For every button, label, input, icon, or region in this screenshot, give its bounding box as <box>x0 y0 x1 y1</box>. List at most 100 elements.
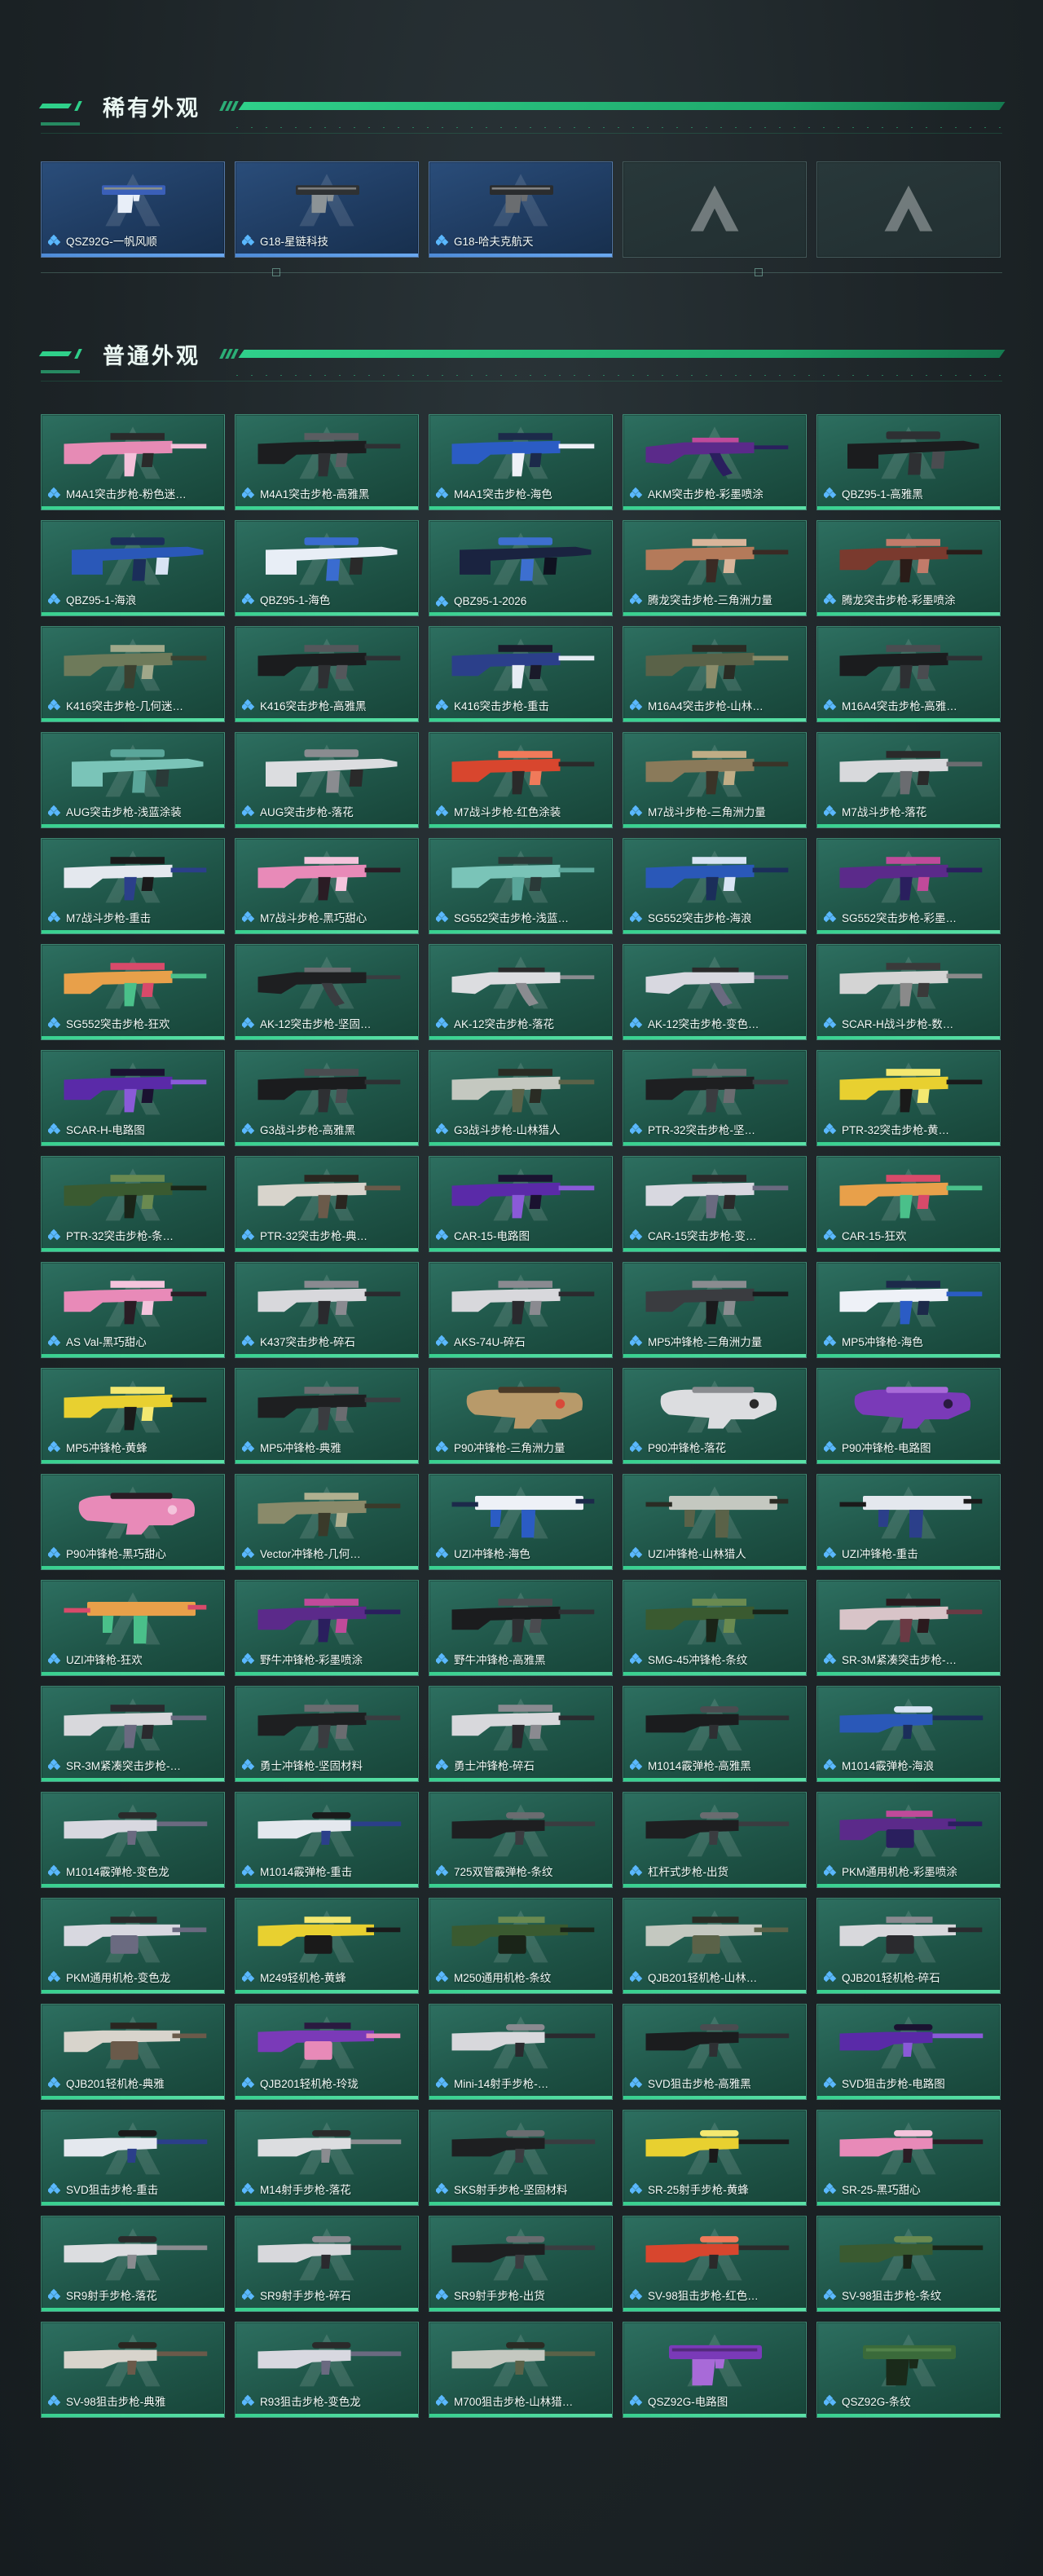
skin-card[interactable]: 勇士冲锋枪-坚固材料 <box>235 1686 419 1782</box>
skin-card[interactable]: PTR-32突击步枪-典… <box>235 1156 419 1252</box>
skin-card[interactable]: AS Val-黑巧甜心 <box>41 1262 225 1358</box>
skin-card[interactable]: M7战斗步枪-黑巧甜心 <box>235 838 419 934</box>
skin-card[interactable]: QSZ92G-条纹 <box>816 2322 1001 2418</box>
skin-card[interactable]: UZI冲锋枪-山林猎人 <box>623 1474 807 1570</box>
skin-card[interactable]: Mini-14射手步枪-… <box>429 2004 613 2100</box>
skin-card[interactable]: M249轻机枪-黄蜂 <box>235 1898 419 1994</box>
skin-card[interactable]: QSZ92G-一帆风顺 <box>41 161 225 258</box>
skin-name: SVD狙击步枪-高雅黑 <box>648 2078 751 2090</box>
skin-card[interactable]: P90冲锋枪-电路图 <box>816 1368 1001 1464</box>
skin-card[interactable]: P90冲锋枪-落花 <box>623 1368 807 1464</box>
skin-card[interactable]: M7战斗步枪-重击 <box>41 838 225 934</box>
skin-card[interactable]: MP5冲锋枪-典雅 <box>235 1368 419 1464</box>
skin-card[interactable]: 野牛冲锋枪-高雅黑 <box>429 1580 613 1676</box>
skin-card[interactable]: SR9射手步枪-落花 <box>41 2216 225 2312</box>
skin-card[interactable]: M4A1突击步枪-粉色迷… <box>41 414 225 510</box>
skin-card[interactable]: QBZ95-1-高雅黑 <box>816 414 1001 510</box>
skin-card[interactable]: M700狙击步枪-山林猎… <box>429 2322 613 2418</box>
skin-card[interactable]: QJB201轻机枪-玲珑 <box>235 2004 419 2100</box>
skin-card[interactable]: SV-98狙击步枪-条纹 <box>816 2216 1001 2312</box>
skin-card[interactable]: AK-12突击步枪-坚固… <box>235 944 419 1040</box>
skin-card[interactable]: AUG突击步枪-浅蓝涂装 <box>41 732 225 828</box>
skin-card[interactable]: CAR-15-狂欢 <box>816 1156 1001 1252</box>
skin-card[interactable]: G18-哈夫克航天 <box>429 161 613 258</box>
skin-card[interactable]: CAR-15-电路图 <box>429 1156 613 1252</box>
skin-card[interactable]: SG552突击步枪-狂欢 <box>41 944 225 1040</box>
skin-card[interactable]: SV-98狙击步枪-红色… <box>623 2216 807 2312</box>
skin-card[interactable]: 腾龙突击步枪-彩墨喷涂 <box>816 520 1001 616</box>
skin-card[interactable]: QBZ95-1-海色 <box>235 520 419 616</box>
skin-card[interactable]: PTR-32突击步枪-黄… <box>816 1050 1001 1146</box>
skin-card[interactable]: M1014霰弹枪-变色龙 <box>41 1792 225 1888</box>
skin-card[interactable]: SG552突击步枪-彩墨… <box>816 838 1001 934</box>
skin-card[interactable]: SG552突击步枪-海浪 <box>623 838 807 934</box>
skin-card[interactable]: MP5冲锋枪-海色 <box>816 1262 1001 1358</box>
skin-card[interactable]: SCAR-H战斗步枪-数… <box>816 944 1001 1040</box>
skin-card[interactable]: M7战斗步枪-红色涂装 <box>429 732 613 828</box>
skin-card[interactable]: M7战斗步枪-落花 <box>816 732 1001 828</box>
skin-card[interactable]: 野牛冲锋枪-彩墨喷涂 <box>235 1580 419 1676</box>
skin-card[interactable]: G3战斗步枪-山林猎人 <box>429 1050 613 1146</box>
skin-card[interactable]: SG552突击步枪-浅蓝… <box>429 838 613 934</box>
skin-card[interactable]: PTR-32突击步枪-坚… <box>623 1050 807 1146</box>
skin-card[interactable]: SR-3M紧凑突击步枪-… <box>816 1580 1001 1676</box>
skin-card[interactable]: SVD狙击步枪-高雅黑 <box>623 2004 807 2100</box>
skin-card[interactable]: PKM通用机枪-彩墨喷涂 <box>816 1792 1001 1888</box>
skin-card[interactable]: M4A1突击步枪-高雅黑 <box>235 414 419 510</box>
skin-card[interactable]: UZI冲锋枪-海色 <box>429 1474 613 1570</box>
skin-card[interactable]: AKS-74U-碎石 <box>429 1262 613 1358</box>
skin-card[interactable]: QJB201轻机枪-碎石 <box>816 1898 1001 1994</box>
skin-card[interactable]: QBZ95-1-2026 <box>429 520 613 616</box>
rarity-diamond-icon <box>242 1440 255 1453</box>
skin-card[interactable]: QJB201轻机枪-典雅 <box>41 2004 225 2100</box>
skin-card[interactable]: K416突击步枪-几何迷… <box>41 626 225 722</box>
skin-card[interactable]: SR-3M紧凑突击步枪-… <box>41 1686 225 1782</box>
skin-card[interactable]: 725双管霰弹枪-条纹 <box>429 1792 613 1888</box>
skin-card[interactable]: P90冲锋枪-三角洲力量 <box>429 1368 613 1464</box>
skin-card[interactable]: SR9射手步枪-出货 <box>429 2216 613 2312</box>
skin-card[interactable]: PKM通用机枪-变色龙 <box>41 1898 225 1994</box>
skin-card[interactable]: 腾龙突击步枪-三角洲力量 <box>623 520 807 616</box>
skin-card[interactable]: SMG-45冲锋枪-条纹 <box>623 1580 807 1676</box>
skin-card[interactable]: SV-98狙击步枪-典雅 <box>41 2322 225 2418</box>
skin-card[interactable]: MP5冲锋枪-三角洲力量 <box>623 1262 807 1358</box>
skin-card[interactable]: SKS射手步枪-坚固材料 <box>429 2110 613 2206</box>
skin-card[interactable]: PTR-32突击步枪-条… <box>41 1156 225 1252</box>
skin-card[interactable]: AUG突击步枪-落花 <box>235 732 419 828</box>
skin-card[interactable]: QJB201轻机枪-山林… <box>623 1898 807 1994</box>
skin-card[interactable]: R93狙击步枪-变色龙 <box>235 2322 419 2418</box>
skin-card[interactable]: SR-25射手步枪-黄蜂 <box>623 2110 807 2206</box>
skin-card[interactable]: K437突击步枪-碎石 <box>235 1262 419 1358</box>
skin-card[interactable]: K416突击步枪-重击 <box>429 626 613 722</box>
skin-card[interactable]: P90冲锋枪-黑巧甜心 <box>41 1474 225 1570</box>
skin-card[interactable]: SVD狙击步枪-重击 <box>41 2110 225 2206</box>
skin-card[interactable]: M16A4突击步枪-高雅… <box>816 626 1001 722</box>
skin-card[interactable]: M4A1突击步枪-海色 <box>429 414 613 510</box>
skin-card[interactable]: SR-25-黑巧甜心 <box>816 2110 1001 2206</box>
skin-card[interactable]: 勇士冲锋枪-碎石 <box>429 1686 613 1782</box>
skin-card[interactable]: G3战斗步枪-高雅黑 <box>235 1050 419 1146</box>
skin-card[interactable]: QSZ92G-电路图 <box>623 2322 807 2418</box>
skin-card[interactable]: CAR-15突击步枪-变… <box>623 1156 807 1252</box>
skin-card[interactable]: UZI冲锋枪-狂欢 <box>41 1580 225 1676</box>
skin-card[interactable]: AKM突击步枪-彩墨喷涂 <box>623 414 807 510</box>
skin-card[interactable]: Vector冲锋枪-几何… <box>235 1474 419 1570</box>
skin-card[interactable]: AK-12突击步枪-落花 <box>429 944 613 1040</box>
skin-card[interactable]: QBZ95-1-海浪 <box>41 520 225 616</box>
skin-card[interactable]: M250通用机枪-条纹 <box>429 1898 613 1994</box>
skin-card[interactable]: K416突击步枪-高雅黑 <box>235 626 419 722</box>
skin-card[interactable]: SCAR-H-电路图 <box>41 1050 225 1146</box>
skin-card[interactable]: M1014霰弹枪-重击 <box>235 1792 419 1888</box>
skin-card[interactable]: M16A4突击步枪-山林… <box>623 626 807 722</box>
skin-card[interactable]: M7战斗步枪-三角洲力量 <box>623 732 807 828</box>
skin-card[interactable]: UZI冲锋枪-重击 <box>816 1474 1001 1570</box>
skin-card[interactable]: M1014霰弹枪-海浪 <box>816 1686 1001 1782</box>
skin-card[interactable]: SR9射手步枪-碎石 <box>235 2216 419 2312</box>
skin-card[interactable]: MP5冲锋枪-黄蜂 <box>41 1368 225 1464</box>
skin-card[interactable]: M1014霰弹枪-高雅黑 <box>623 1686 807 1782</box>
skin-card[interactable]: 杠杆式步枪-出货 <box>623 1792 807 1888</box>
skin-card[interactable]: AK-12突击步枪-变色… <box>623 944 807 1040</box>
skin-card[interactable]: SVD狙击步枪-电路图 <box>816 2004 1001 2100</box>
skin-card[interactable]: G18-星链科技 <box>235 161 419 258</box>
skin-card[interactable]: M14射手步枪-落花 <box>235 2110 419 2206</box>
